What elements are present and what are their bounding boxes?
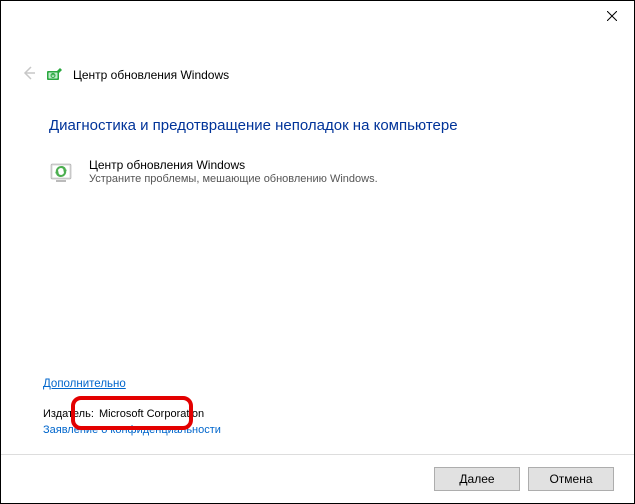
publisher-value: Microsoft Corporation [99,408,204,420]
publisher-row: Издатель: Microsoft Corporation [43,408,221,420]
titlebar [1,1,634,37]
cancel-button[interactable]: Отмена [528,467,614,491]
publisher-label: Издатель: [43,408,94,420]
back-arrow-icon [21,65,37,81]
nav-row: Центр обновления Windows [1,63,634,87]
troubleshooter-window: Центр обновления Windows Диагностика и п… [1,1,634,503]
back-button[interactable] [19,63,39,83]
button-bar: Далее Отмена [1,454,634,503]
nav-title: Центр обновления Windows [73,68,229,82]
privacy-statement-link[interactable]: Заявление о конфиденциальности [43,424,221,436]
next-button[interactable]: Далее [434,467,520,491]
item-text-block: Центр обновления Windows Устраните пробл… [89,158,378,186]
item-title: Центр обновления Windows [89,158,378,172]
troubleshooter-item: Центр обновления Windows Устраните пробл… [49,158,594,186]
windows-update-icon [49,158,77,186]
troubleshoot-icon [47,67,63,83]
close-button[interactable] [589,1,634,31]
content-area: Диагностика и предотвращение неполадок н… [1,87,634,454]
advanced-link[interactable]: Дополнительно [43,378,126,390]
bottom-links-block: Дополнительно Издатель: Microsoft Corpor… [43,376,221,436]
page-heading: Диагностика и предотвращение неполадок н… [49,117,594,134]
item-description: Устраните проблемы, мешающие обновлению … [89,173,378,185]
close-icon [607,11,617,21]
